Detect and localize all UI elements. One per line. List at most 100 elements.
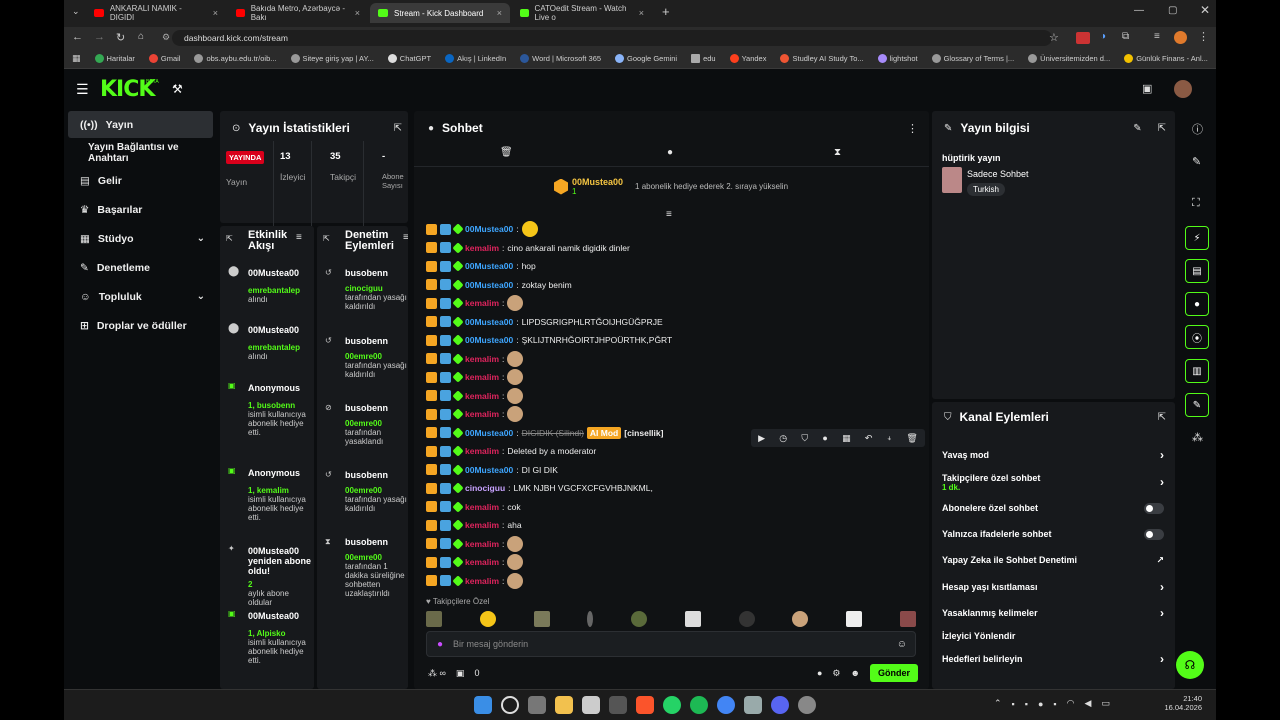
chat-username[interactable]: kemalim bbox=[465, 243, 499, 253]
wifi-icon[interactable]: ◠ bbox=[1067, 698, 1075, 709]
chat-message[interactable]: kemalim: bbox=[426, 387, 524, 404]
hamburger-menu-icon[interactable]: ☰ bbox=[76, 81, 89, 98]
chat-message[interactable]: kemalim: aha bbox=[426, 517, 522, 533]
url-bar[interactable]: dashboard.kick.com/stream bbox=[172, 30, 1052, 46]
whatsapp-icon[interactable] bbox=[663, 696, 681, 714]
window-close-icon[interactable]: ✕ bbox=[1200, 3, 1210, 17]
emoji-icon[interactable]: ☺ bbox=[897, 639, 907, 650]
clock-icon[interactable]: ◷ bbox=[779, 433, 787, 444]
users-icon[interactable]: ☻ bbox=[851, 668, 860, 678]
support-button[interactable]: ☊ bbox=[1176, 651, 1204, 679]
creator-tools-icon[interactable]: ⚒ bbox=[172, 82, 183, 96]
chat-message[interactable]: 00Mustea00: LIPDSGRIGPHLRTĞOIJHGÜĞPRJE bbox=[426, 314, 663, 330]
send-button[interactable]: Gönder bbox=[869, 664, 918, 682]
chevron-up-icon[interactable]: ⌃ bbox=[994, 698, 1002, 709]
chat-username[interactable]: kemalim bbox=[465, 502, 499, 512]
mic-icon[interactable]: ● bbox=[437, 639, 443, 650]
hourglass-icon[interactable]: ⧗ bbox=[834, 147, 841, 158]
more-icon[interactable]: ⋮ bbox=[907, 122, 918, 135]
chat-message[interactable]: kemalim: Deleted by a moderator bbox=[426, 443, 596, 459]
brave-icon[interactable] bbox=[636, 696, 654, 714]
home-icon[interactable]: ⌂ bbox=[138, 31, 144, 42]
collapse-icon[interactable]: ≡ bbox=[666, 209, 672, 220]
bookmark[interactable]: lightshot bbox=[877, 54, 918, 63]
quick-action-button[interactable]: ● bbox=[1185, 292, 1209, 316]
site-info-icon[interactable]: ⚙ bbox=[162, 32, 170, 43]
reload-icon[interactable]: ↻ bbox=[116, 31, 125, 44]
chat-username[interactable]: cinociguu bbox=[465, 483, 505, 493]
search-icon[interactable] bbox=[501, 696, 519, 714]
nav-stream[interactable]: ((•)) Yayın bbox=[68, 111, 213, 138]
chat-message[interactable]: 00Mustea00: hop bbox=[426, 258, 536, 274]
chat-username[interactable]: 00Mustea00 bbox=[465, 428, 513, 438]
banned-words-row[interactable]: Yasaklanmış kelimeler › bbox=[942, 603, 1164, 623]
play-icon[interactable]: ▶ bbox=[758, 433, 765, 444]
store-icon[interactable] bbox=[582, 696, 600, 714]
ai-mod-row[interactable]: Yapay Zeka ile Sohbet Denetimi ↗ bbox=[942, 550, 1164, 570]
bookmark[interactable]: Word | Microsoft 365 bbox=[520, 54, 601, 63]
info-icon[interactable]: ⓘ bbox=[1192, 121, 1203, 137]
chat-icon[interactable]: ● bbox=[822, 433, 827, 443]
chat-message[interactable]: 00Mustea00: DIGIDIK (Silindi) AI Mod [cinse… bbox=[426, 425, 663, 441]
emote[interactable] bbox=[899, 611, 916, 627]
bookmark-folder[interactable]: edu bbox=[691, 54, 716, 63]
obs-icon[interactable] bbox=[798, 696, 816, 714]
tray-icon[interactable]: ▪ bbox=[1053, 699, 1056, 709]
minimize-icon[interactable]: — bbox=[1134, 5, 1144, 16]
chat-message[interactable]: 00Mustea00: zoktay benim bbox=[426, 277, 572, 293]
subs-chat-toggle[interactable] bbox=[1144, 502, 1164, 514]
spotify-icon[interactable] bbox=[690, 696, 708, 714]
nav-drops[interactable]: ⊞ Droplar ve ödüller bbox=[68, 312, 213, 339]
chat-username[interactable]: 00Mustea00 bbox=[465, 317, 513, 327]
quick-action-button[interactable]: ▥ bbox=[1185, 359, 1209, 383]
apps-icon[interactable]: ▦ bbox=[72, 53, 81, 64]
emote[interactable] bbox=[426, 611, 442, 627]
bookmark[interactable]: Gmail bbox=[148, 54, 180, 63]
popout-icon[interactable]: ⇱ bbox=[394, 123, 402, 134]
slow-mode-row[interactable]: Yavaş mod › bbox=[942, 445, 1164, 465]
fullscreen-icon[interactable]: ⛶ bbox=[1192, 197, 1200, 210]
chat-username[interactable]: 00Mustea00 bbox=[465, 261, 513, 271]
browser-tab-3[interactable]: Stream - Kick Dashboard × bbox=[370, 3, 510, 23]
browser-tab-4[interactable]: CATOedit Stream - Watch Live o × bbox=[512, 3, 652, 23]
redirect-row[interactable]: İzleyici Yönlendir bbox=[942, 626, 1164, 646]
chat-username[interactable]: 00Mustea00 bbox=[465, 465, 513, 475]
nav-achievements[interactable]: ♛ Başarılar bbox=[68, 196, 213, 223]
chrome-icon[interactable] bbox=[717, 696, 735, 714]
tray-icon[interactable]: ▪ bbox=[1012, 699, 1015, 709]
chat-message[interactable]: kemalim: bbox=[426, 572, 524, 589]
theater-icon[interactable]: ▣ bbox=[1142, 82, 1152, 95]
shield-icon[interactable]: ⛉ bbox=[801, 433, 808, 444]
chat-message[interactable]: kemalim: bbox=[426, 369, 524, 385]
nav-studio[interactable]: ▦ Stüdyo ⌄ bbox=[68, 225, 213, 252]
chat-message[interactable]: kemalim: bbox=[426, 406, 524, 422]
bookmark[interactable]: ChatGPT bbox=[387, 54, 431, 63]
menu-icon[interactable]: ⋮ bbox=[1198, 30, 1209, 43]
mic-icon[interactable]: ● bbox=[1038, 699, 1043, 709]
nav-stream-connection[interactable]: Yayın Bağlantısı ve Anahtarı bbox=[68, 139, 213, 166]
account-age-row[interactable]: Hesap yaşı kısıtlaması › bbox=[942, 577, 1164, 597]
file-explorer-icon[interactable] bbox=[555, 696, 573, 714]
nav-moderation[interactable]: ✎ Denetleme bbox=[68, 254, 213, 281]
chat-bubble-icon[interactable]: ● bbox=[817, 668, 822, 678]
bookmark[interactable]: Akış | LinkedIn bbox=[445, 54, 506, 63]
chat-username[interactable]: kemalim bbox=[465, 520, 499, 530]
trash-icon[interactable]: 🗑 bbox=[500, 147, 513, 158]
edit-icon[interactable]: ✎ bbox=[1192, 155, 1201, 168]
chat-message[interactable]: cinociguu: LMK NJBH VGCFXCFGVHBJNKML, bbox=[426, 480, 653, 496]
infinity-icon[interactable]: ⁂ ∞ bbox=[428, 668, 446, 679]
steam-icon[interactable] bbox=[744, 696, 762, 714]
settings-icon[interactable]: ⚙ bbox=[832, 668, 840, 679]
chat-bubble-icon[interactable]: ● bbox=[667, 147, 673, 158]
nav-community[interactable]: ☺ Topluluk ⌄ bbox=[68, 283, 213, 310]
vault-icon[interactable]: ▣ bbox=[456, 668, 465, 679]
bookmark[interactable]: Studley AI Study To... bbox=[780, 54, 864, 63]
quick-action-button[interactable]: ▤ bbox=[1185, 259, 1209, 283]
close-icon[interactable]: × bbox=[213, 8, 218, 18]
tray-icon[interactable]: ▪ bbox=[1025, 699, 1028, 709]
chat-message[interactable]: kemalim: bbox=[426, 350, 524, 367]
goals-row[interactable]: Hedefleri belirleyin › bbox=[942, 649, 1164, 669]
emote[interactable] bbox=[479, 611, 496, 627]
popout-icon[interactable]: ⇱ bbox=[1158, 412, 1166, 423]
quick-action-button[interactable]: ⚡ bbox=[1185, 226, 1209, 250]
